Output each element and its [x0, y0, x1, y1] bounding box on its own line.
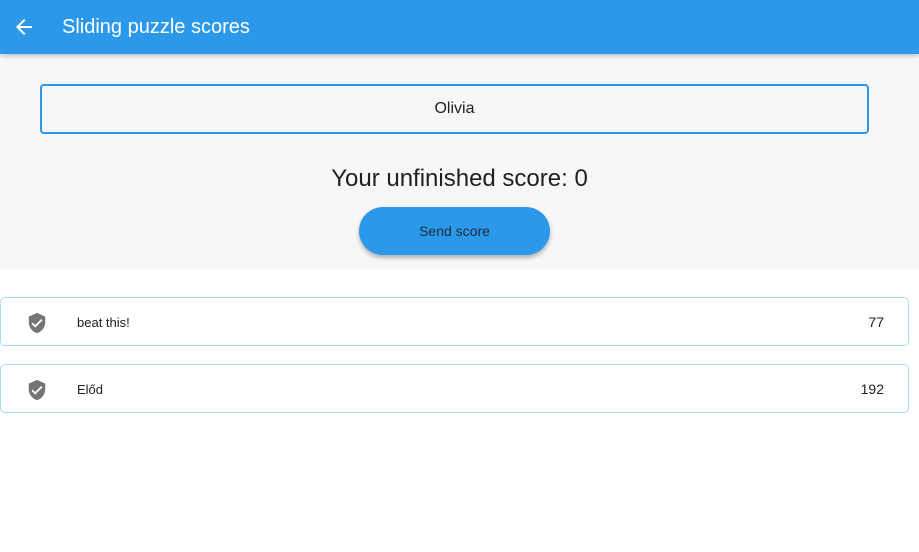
score-list: beat this! 77 Előd 192 — [0, 297, 909, 431]
score-name: Előd — [77, 382, 104, 397]
unfinished-score-text: Your unfinished score: 0 — [331, 165, 588, 192]
verified-shield-icon — [28, 379, 46, 401]
list-item[interactable]: beat this! 77 — [0, 297, 909, 346]
score-name: beat this! — [77, 315, 130, 330]
send-score-button[interactable]: Send score — [359, 207, 550, 255]
name-input[interactable] — [40, 84, 869, 134]
app-bar: Sliding puzzle scores — [0, 0, 919, 54]
list-item[interactable]: Előd 192 — [0, 364, 909, 413]
score-form: Your unfinished score: 0 Send score — [0, 54, 919, 269]
score-value: 192 — [860, 381, 884, 397]
score-value: 77 — [868, 314, 884, 330]
verified-shield-icon — [28, 312, 46, 334]
arrow-back-icon — [16, 19, 32, 35]
page-title: Sliding puzzle scores — [62, 16, 250, 38]
back-button[interactable] — [4, 7, 44, 47]
